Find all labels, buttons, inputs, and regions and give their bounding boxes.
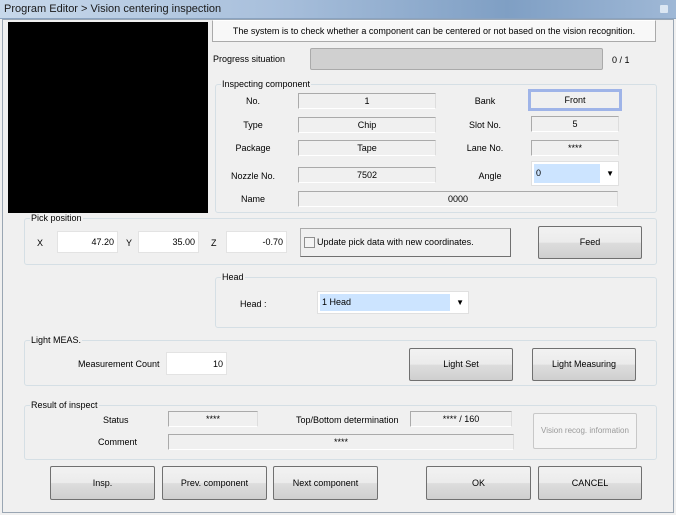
slot-field: 5 bbox=[531, 116, 619, 132]
name-label: Name bbox=[240, 194, 265, 204]
lane-field: **** bbox=[531, 140, 619, 156]
head-combobox[interactable]: 1 Head ▼ bbox=[317, 291, 469, 314]
head-value: 1 Head bbox=[320, 294, 450, 311]
comment-label: Comment bbox=[98, 437, 138, 447]
group-title: Inspecting component bbox=[221, 79, 312, 89]
z-input[interactable]: -0.70 bbox=[226, 231, 287, 253]
window-title: Program Editor > Vision centering inspec… bbox=[4, 3, 222, 15]
progress-bar bbox=[310, 48, 603, 70]
info-text: The system is to check whether a compone… bbox=[212, 20, 656, 42]
prev-component-button[interactable]: Prev. component bbox=[162, 466, 267, 500]
comment-field: **** bbox=[168, 434, 514, 450]
chevron-down-icon[interactable]: ▼ bbox=[606, 169, 614, 178]
angle-combobox[interactable]: 0 ▼ bbox=[531, 161, 619, 186]
nozzle-label: Nozzle No. bbox=[230, 171, 275, 181]
measurement-count-input[interactable]: 10 bbox=[166, 352, 227, 375]
type-label: Type bbox=[243, 120, 263, 130]
window-control-icon[interactable] bbox=[660, 5, 668, 13]
no-field: 1 bbox=[298, 93, 436, 109]
update-pick-data-label: Update pick data with new coordinates. bbox=[317, 237, 474, 247]
vision-recog-info-button[interactable]: Vision recog. information bbox=[533, 413, 637, 449]
name-field: 0000 bbox=[298, 191, 618, 207]
z-label: Z bbox=[211, 238, 217, 248]
next-component-button[interactable]: Next component bbox=[273, 466, 378, 500]
progress-label: Progress situation bbox=[213, 54, 286, 64]
y-label: Y bbox=[126, 238, 133, 248]
title-bar: Program Editor > Vision centering inspec… bbox=[0, 0, 676, 19]
group-title: Head bbox=[221, 272, 245, 282]
nozzle-field: 7502 bbox=[298, 167, 436, 183]
top-bottom-label: Top/Bottom determination bbox=[296, 415, 399, 425]
angle-value: 0 bbox=[534, 164, 600, 183]
angle-label: Angle bbox=[478, 171, 502, 181]
lane-label: Lane No. bbox=[466, 143, 504, 153]
y-input[interactable]: 35.00 bbox=[138, 231, 199, 253]
group-title: Result of inspect bbox=[30, 400, 99, 410]
top-bottom-field: **** / 160 bbox=[410, 411, 512, 427]
cancel-button[interactable]: CANCEL bbox=[538, 466, 642, 500]
bank-label: Bank bbox=[474, 96, 496, 106]
slot-label: Slot No. bbox=[468, 120, 501, 130]
insp-button[interactable]: Insp. bbox=[50, 466, 155, 500]
measurement-count-label: Measurement Count bbox=[78, 359, 160, 369]
light-set-button[interactable]: Light Set bbox=[409, 348, 513, 381]
checkbox-box[interactable] bbox=[304, 237, 315, 248]
progress-count: 0 / 1 bbox=[612, 55, 630, 65]
package-label: Package bbox=[235, 143, 271, 153]
group-title: Pick position bbox=[30, 213, 83, 223]
x-input[interactable]: 47.20 bbox=[57, 231, 118, 253]
head-label: Head : bbox=[240, 299, 267, 309]
camera-view bbox=[8, 22, 208, 213]
ok-button[interactable]: OK bbox=[426, 466, 531, 500]
status-label: Status bbox=[103, 415, 129, 425]
type-field: Chip bbox=[298, 117, 436, 133]
x-label: X bbox=[37, 238, 44, 248]
chevron-down-icon[interactable]: ▼ bbox=[456, 298, 464, 307]
feed-button[interactable]: Feed bbox=[538, 226, 642, 259]
no-label: No. bbox=[245, 96, 260, 106]
update-pick-data-checkbox[interactable]: Update pick data with new coordinates. bbox=[300, 228, 511, 257]
package-field: Tape bbox=[298, 140, 436, 156]
light-measuring-button[interactable]: Light Measuring bbox=[532, 348, 636, 381]
bank-field[interactable]: Front bbox=[528, 89, 622, 111]
status-field: **** bbox=[168, 411, 258, 427]
group-title: Light MEAS. bbox=[30, 335, 83, 345]
